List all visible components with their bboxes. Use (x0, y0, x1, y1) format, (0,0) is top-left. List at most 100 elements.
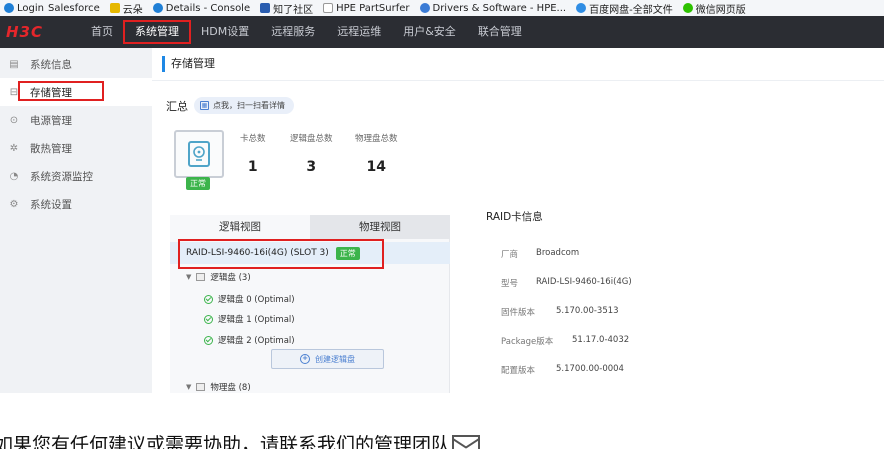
check-circle-icon (204, 314, 213, 324)
bookmark-icon (260, 3, 271, 13)
page-title: 存储管理 (162, 56, 215, 72)
storage-tree: RAID-LSI-9460-16i(4G) (SLOT 3) 正常 ▼ 逻辑盘 … (170, 239, 450, 393)
monitor-icon: ◔ (9, 170, 19, 182)
sidebar: ▤ 系统信息 ⊟ 存储管理 ⊙ 电源管理 ✲ 散热管理 ◔ 系统资源监控 ⚙ 系… (0, 48, 152, 393)
main-content: 存储管理 汇总 ▦ 点我，扫一扫看详情 正常 卡总数 1 逻辑盘总数 3 物理盘… (152, 48, 884, 393)
highlight-box (18, 81, 104, 101)
logical-disk-group[interactable]: ▼ 逻辑盘 (3) (186, 271, 251, 283)
info-key: 厂商 (501, 250, 519, 260)
nav-hdm-settings[interactable]: HDM设置 (190, 21, 260, 43)
sidebar-item-label: 散热管理 (30, 142, 72, 155)
bookmark-hpe-partsurfer[interactable]: HPE PartSurfer (323, 3, 410, 14)
sidebar-item-resource-monitor[interactable]: ◔ 系统资源监控 (0, 162, 152, 190)
qrcode-icon: ▦ (200, 101, 209, 110)
logical-disk-1[interactable]: 逻辑盘 1 (Optimal) (204, 313, 295, 325)
wechat-icon (682, 3, 693, 13)
info-key: 固件版本 (501, 308, 536, 318)
stat-label: 物理盘总数 (355, 134, 398, 144)
cloud-icon (152, 3, 163, 13)
status-badge: 正常 (186, 177, 210, 190)
sidebar-item-label: 系统设置 (30, 198, 72, 211)
bookmark-salesforce[interactable]: Salesforce (48, 3, 100, 14)
sidebar-item-label: 系统信息 (30, 58, 72, 71)
info-row-model: 型号 RAID-LSI-9460-16i(4G) (501, 277, 632, 289)
info-icon: ▤ (9, 58, 19, 70)
divider (152, 80, 884, 81)
info-value: 5.1700.00-0004 (556, 364, 624, 374)
logical-disk-2[interactable]: 逻辑盘 2 (Optimal) (204, 334, 295, 346)
bookmark-drivers-software[interactable]: Drivers & Software - HPE... (419, 3, 566, 14)
bookmark-baidu[interactable]: 百度网盘-全部文件 (576, 1, 673, 16)
view-tabs: 逻辑视图 物理视图 (170, 215, 450, 239)
info-key: Package版本 (501, 337, 554, 347)
logical-disk-icon (196, 273, 206, 281)
globe-icon (419, 3, 430, 13)
stat-logical-total: 逻辑盘总数 3 (290, 132, 333, 175)
contact-text: 如果您有任何建议或需要协助，请联系我们的管理团队 (0, 430, 481, 449)
bookmark-yunduo[interactable]: 云朵 (109, 1, 143, 16)
nav-federation[interactable]: 联合管理 (467, 21, 533, 43)
hard-disk-icon (188, 141, 210, 167)
info-row-firmware: 固件版本 5.170.00-3513 (501, 306, 619, 318)
check-circle-icon (204, 294, 213, 304)
page-icon (323, 3, 334, 13)
sidebar-item-storage[interactable]: ⊟ 存储管理 (0, 78, 152, 106)
stat-label: 卡总数 (240, 134, 266, 144)
storage-summary-card (174, 130, 224, 178)
mail-icon[interactable] (452, 434, 481, 449)
power-icon: ⊙ (9, 114, 19, 126)
top-nav: H3C 首页 系统管理 HDM设置 远程服务 远程运维 用户&安全 联合管理 (0, 16, 884, 48)
nav-home[interactable]: 首页 (80, 21, 124, 43)
tab-logical-view[interactable]: 逻辑视图 (170, 215, 310, 239)
settings-icon: ⚙ (9, 198, 19, 210)
fan-icon: ✲ (9, 142, 19, 154)
bookmark-wechat[interactable]: 微信网页版 (682, 1, 746, 16)
stat-label: 逻辑盘总数 (290, 134, 333, 144)
summary-label: 汇总 (166, 100, 188, 113)
info-key: 配置版本 (501, 366, 536, 376)
info-value: Broadcom (536, 248, 580, 258)
folder-icon (109, 3, 120, 13)
nav-system-management[interactable]: 系统管理 (123, 20, 191, 44)
nav-remote-ops[interactable]: 远程运维 (326, 21, 392, 43)
stat-value: 1 (247, 159, 258, 175)
info-row-package: Package版本 51.17.0-4032 (501, 335, 629, 347)
info-value: RAID-LSI-9460-16i(4G) (536, 277, 632, 287)
stat-value: 14 (366, 159, 386, 175)
stat-value: 3 (306, 159, 317, 175)
tab-physical-view[interactable]: 物理视图 (310, 215, 450, 239)
bookmark-zhiliao[interactable]: 知了社区 (260, 1, 313, 16)
baidu-icon (576, 3, 587, 13)
physical-disk-group[interactable]: ▼ 物理盘 (8) (186, 381, 251, 393)
cloud-icon (4, 3, 14, 13)
logical-disk-0[interactable]: 逻辑盘 0 (Optimal) (204, 293, 295, 305)
physical-disk-icon (196, 383, 206, 391)
create-logical-disk-button[interactable]: + 创建逻辑盘 (271, 349, 384, 369)
scan-hint[interactable]: ▦ 点我，扫一扫看详情 (194, 97, 294, 114)
expand-arrow-icon: ▼ (186, 273, 192, 281)
check-circle-icon (204, 335, 213, 345)
bookmarks-bar: Login Salesforce 云朵 Details - Console 知了… (0, 0, 884, 16)
raid-info-title: RAID卡信息 (486, 211, 543, 223)
expand-arrow-icon: ▼ (186, 383, 192, 391)
sidebar-item-settings[interactable]: ⚙ 系统设置 (0, 190, 152, 218)
highlight-box (178, 239, 384, 269)
nav-remote-services[interactable]: 远程服务 (260, 21, 326, 43)
info-key: 型号 (501, 279, 519, 289)
info-row-config: 配置版本 5.1700.00-0004 (501, 364, 624, 376)
sidebar-item-label: 系统资源监控 (30, 170, 93, 183)
sidebar-item-label: 电源管理 (30, 114, 72, 127)
bookmark-details-console[interactable]: Details - Console (152, 3, 250, 14)
info-row-vendor: 厂商 Broadcom (501, 248, 579, 260)
stat-card-total: 卡总数 1 (240, 132, 266, 175)
sidebar-item-cooling[interactable]: ✲ 散热管理 (0, 134, 152, 162)
add-icon: + (300, 354, 310, 364)
h3c-logo: H3C (6, 23, 43, 41)
nav-user-security[interactable]: 用户&安全 (392, 21, 467, 43)
info-value: 51.17.0-4032 (572, 335, 630, 345)
bookmark-login[interactable]: Login (4, 3, 44, 14)
stat-physical-total: 物理盘总数 14 (355, 132, 398, 175)
info-value: 5.170.00-3513 (556, 306, 619, 316)
sidebar-item-power[interactable]: ⊙ 电源管理 (0, 106, 152, 134)
sidebar-item-system-info[interactable]: ▤ 系统信息 (0, 50, 152, 78)
